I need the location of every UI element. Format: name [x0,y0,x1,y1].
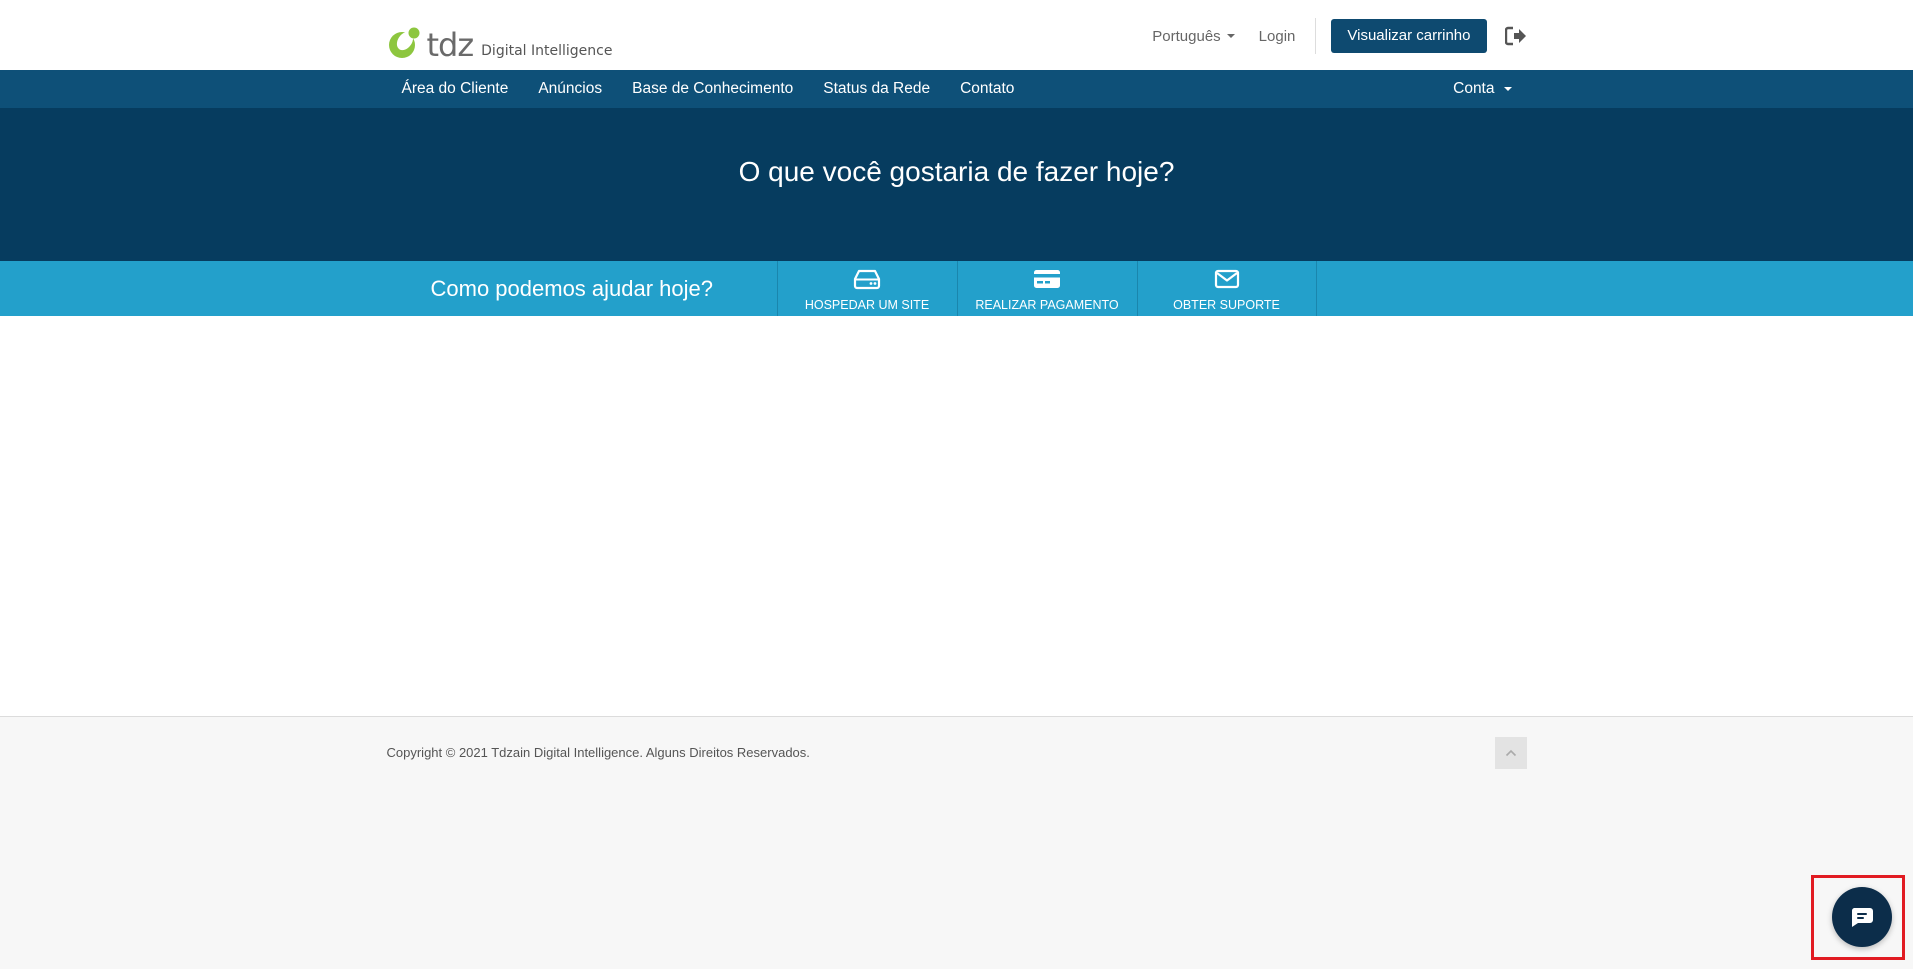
nav-item-knowledgebase[interactable]: Base de Conhecimento [617,70,808,108]
credit-card-icon [1034,270,1060,288]
shortcuts-title: Como podemos ajudar hoje? [430,276,714,301]
nav-item-announcements[interactable]: Anúncios [523,70,617,108]
logo-tagline: Digital Intelligence [481,43,613,59]
shortcut-make-payment[interactable]: REALIZAR PAGAMENTO [956,261,1137,316]
hero-banner: O que você gostaria de fazer hoje? [0,108,1913,261]
logo-text: tdz [426,26,475,64]
hero-title: O que você gostaria de fazer hoje? [738,156,1175,187]
back-to-top-button[interactable] [1494,737,1527,769]
hdd-icon [853,269,881,290]
chevron-up-icon [1505,749,1516,757]
top-header: tdz Digital Intelligence Português Login… [0,0,1913,70]
logo-mark-icon [387,24,425,60]
shortcut-label: REALIZAR PAGAMENTO [975,298,1119,312]
divider [1315,18,1317,54]
header-actions: Português Login Visualizar carrinho [1152,18,1526,54]
shortcut-host-site[interactable]: HOSPEDAR UM SITE [776,261,957,316]
view-cart-button[interactable]: Visualizar carrinho [1331,19,1487,53]
language-dropdown[interactable]: Português [1152,27,1235,45]
shortcut-get-support[interactable]: OBTER SUPORTE [1136,261,1317,316]
shortcut-label: OBTER SUPORTE [1173,298,1280,312]
envelope-icon [1214,269,1239,289]
chat-icon [1851,908,1873,927]
language-label: Português [1152,27,1221,45]
logo[interactable]: tdz Digital Intelligence [387,24,613,64]
nav-item-contact[interactable]: Contato [945,70,1029,108]
footer: Copyright © 2021 Tdzain Digital Intellig… [0,717,1913,969]
copyright-text: Copyright © 2021 Tdzain Digital Intellig… [386,745,810,760]
chat-widget-button[interactable] [1832,887,1892,947]
account-label: Conta [1453,80,1495,97]
login-link[interactable]: Login [1259,28,1296,45]
main-navigation: Área do Cliente Anúncios Base de Conheci… [0,70,1913,108]
main-content [0,316,1913,717]
nav-item-client-area[interactable]: Área do Cliente [387,70,524,108]
logout-icon[interactable] [1504,26,1527,46]
nav-item-network-status[interactable]: Status da Rede [808,70,945,108]
caret-down-icon [1226,34,1235,38]
account-dropdown[interactable]: Conta [1453,70,1512,108]
caret-down-icon [1503,87,1512,91]
home-shortcuts: Como podemos ajudar hoje? HOSPEDAR UM SI… [0,261,1913,316]
shortcut-label: HOSPEDAR UM SITE [804,298,930,312]
